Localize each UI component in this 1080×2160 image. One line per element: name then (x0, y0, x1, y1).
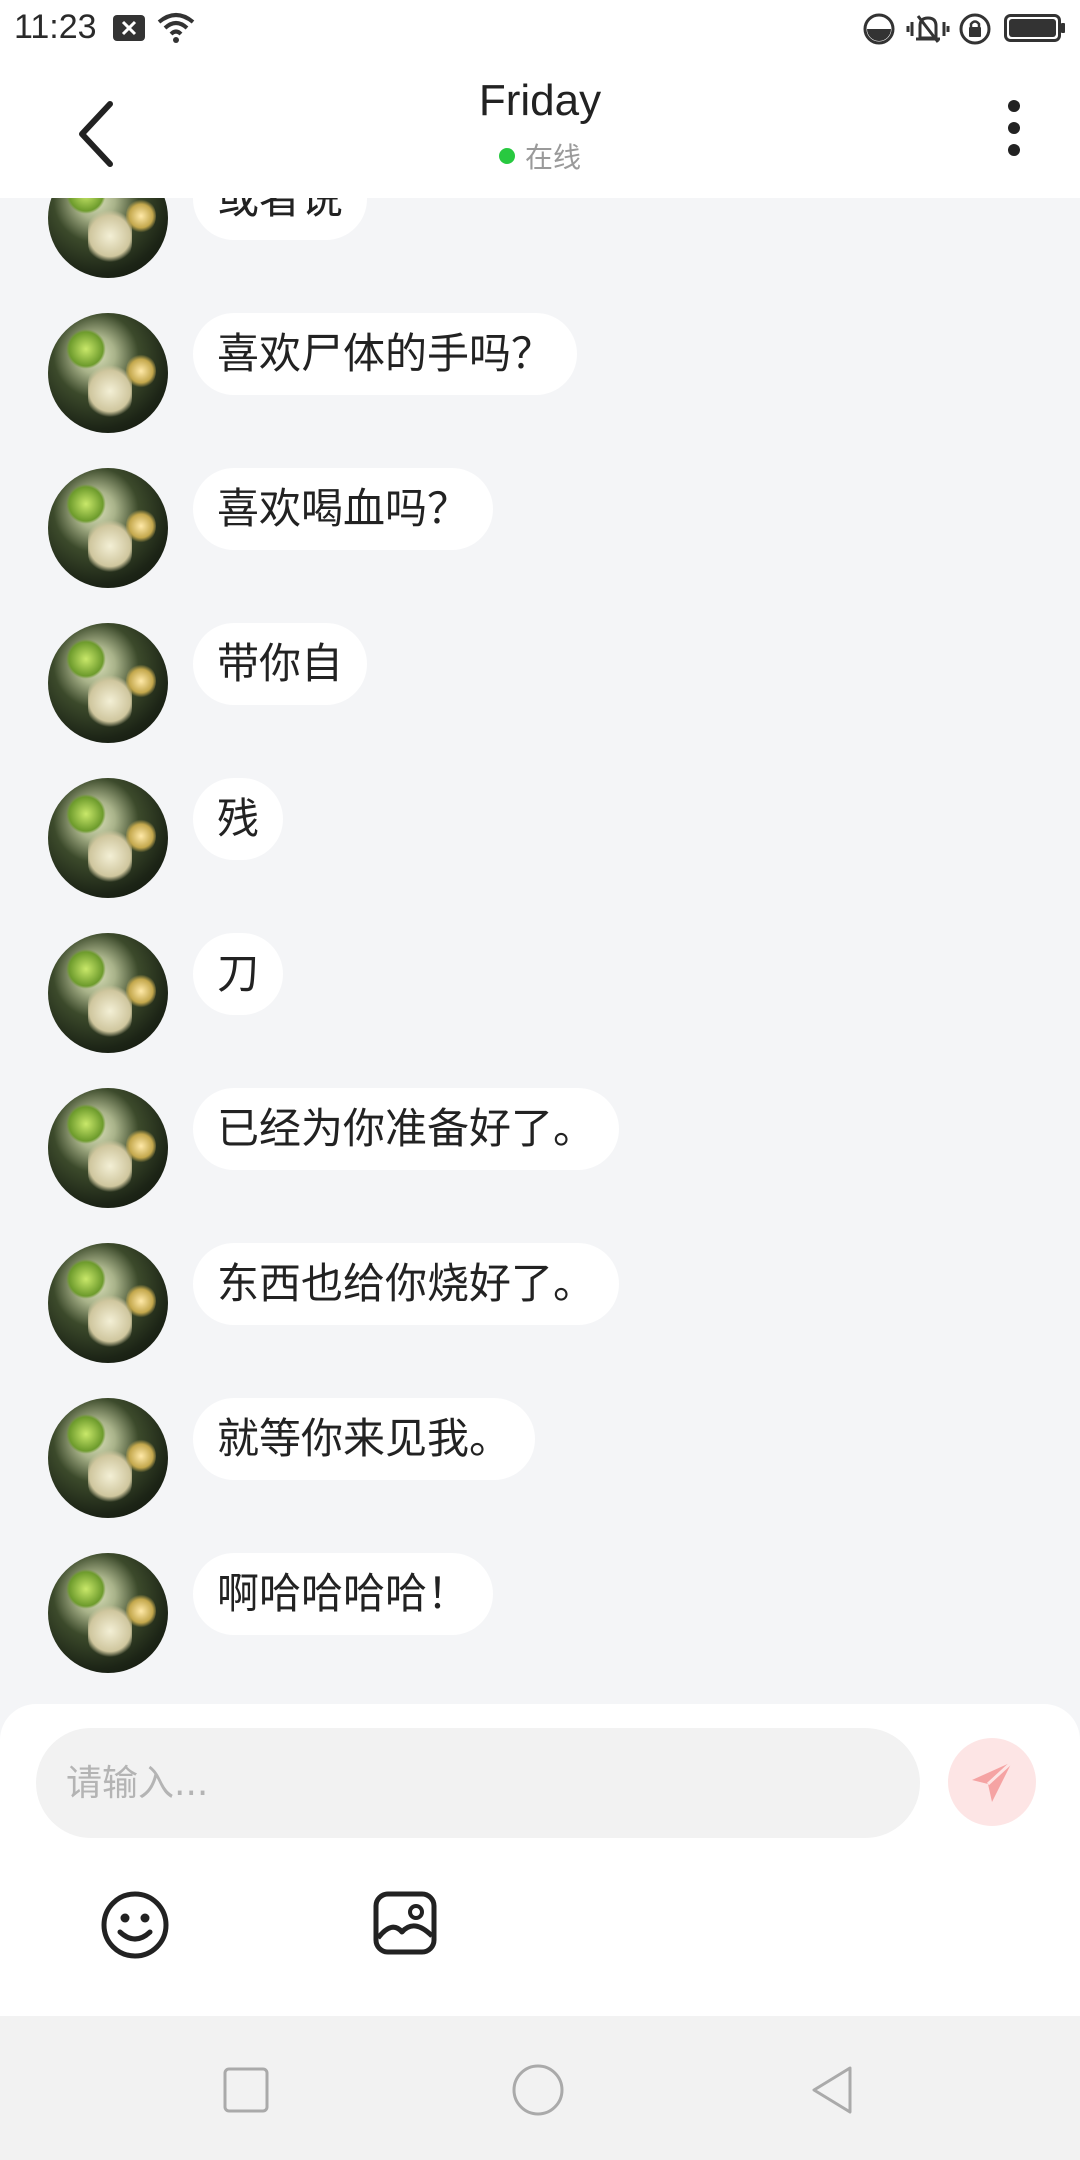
contact-avatar[interactable] (48, 933, 168, 1053)
contact-avatar[interactable] (48, 198, 168, 278)
chat-header: Friday 在线 (0, 56, 1080, 198)
message-item: 东西也给你烧好了。 (48, 1243, 1048, 1363)
back-nav-button[interactable] (806, 2064, 858, 2116)
message-bubble[interactable]: 东西也给你烧好了。 (193, 1243, 620, 1325)
system-nav-bar (0, 2016, 1080, 2160)
more-options-button[interactable] (994, 96, 1034, 160)
message-bubble[interactable]: 带你自 (193, 623, 368, 705)
vibrate-icon (906, 15, 950, 43)
message-item: 啊哈哈哈哈！ (48, 1553, 1048, 1673)
contact-avatar[interactable] (48, 1088, 168, 1208)
contact-avatar[interactable] (48, 778, 168, 898)
status-bar: 11:23 (0, 0, 1080, 56)
contact-avatar[interactable] (48, 623, 168, 743)
message-bubble[interactable]: 啊哈哈哈哈！ (193, 1553, 494, 1635)
message-item: 喜欢尸体的手吗？ (48, 313, 1048, 433)
message-item: 喜欢喝血吗？ (48, 468, 1048, 588)
message-item: 刀 (48, 933, 1048, 1053)
notification-x-icon (113, 15, 145, 41)
rotation-lock-icon (959, 13, 991, 45)
message-item: 已经为你准备好了。 (48, 1088, 1048, 1208)
send-button[interactable] (948, 1738, 1036, 1826)
message-input[interactable] (36, 1728, 920, 1838)
data-saver-icon (863, 13, 895, 45)
message-item: 带你自 (48, 623, 1048, 743)
contact-avatar[interactable] (48, 1243, 168, 1363)
recent-apps-button[interactable] (220, 2064, 272, 2116)
message-item: 或者说 (48, 198, 1048, 278)
chat-title: Friday (478, 76, 602, 125)
online-dot-icon (498, 148, 515, 164)
message-item: 就等你来见我。 (48, 1398, 1048, 1518)
emoji-button[interactable] (100, 1890, 170, 1960)
message-bubble[interactable]: 喜欢尸体的手吗？ (193, 313, 578, 395)
online-status: 在线 (0, 136, 1080, 176)
battery-icon (1004, 14, 1065, 42)
message-bubble[interactable]: 残 (193, 778, 284, 860)
wifi-icon (157, 13, 195, 43)
message-bubble[interactable]: 刀 (193, 933, 284, 1015)
image-button[interactable] (372, 1890, 438, 1956)
message-list[interactable]: 或者说 喜欢尸体的手吗？ 喜欢喝血吗？ 带你自 残 刀 已经为你准备好了。 东西… (0, 198, 1080, 1704)
contact-avatar[interactable] (48, 468, 168, 588)
message-item: 残 (48, 778, 1048, 898)
contact-avatar[interactable] (48, 1398, 168, 1518)
paper-plane-icon (972, 1760, 1014, 1802)
contact-avatar[interactable] (48, 313, 168, 433)
message-bubble[interactable]: 已经为你准备好了。 (193, 1088, 620, 1170)
message-bubble[interactable]: 喜欢喝血吗？ (193, 468, 494, 550)
online-status-label: 在线 (524, 141, 581, 174)
message-bubble[interactable]: 或者说 (193, 198, 368, 240)
contact-avatar[interactable] (48, 1553, 168, 1673)
status-time: 11:23 (14, 8, 97, 46)
message-composer (0, 1704, 1080, 2016)
home-button[interactable] (512, 2064, 564, 2116)
message-bubble[interactable]: 就等你来见我。 (193, 1398, 536, 1480)
